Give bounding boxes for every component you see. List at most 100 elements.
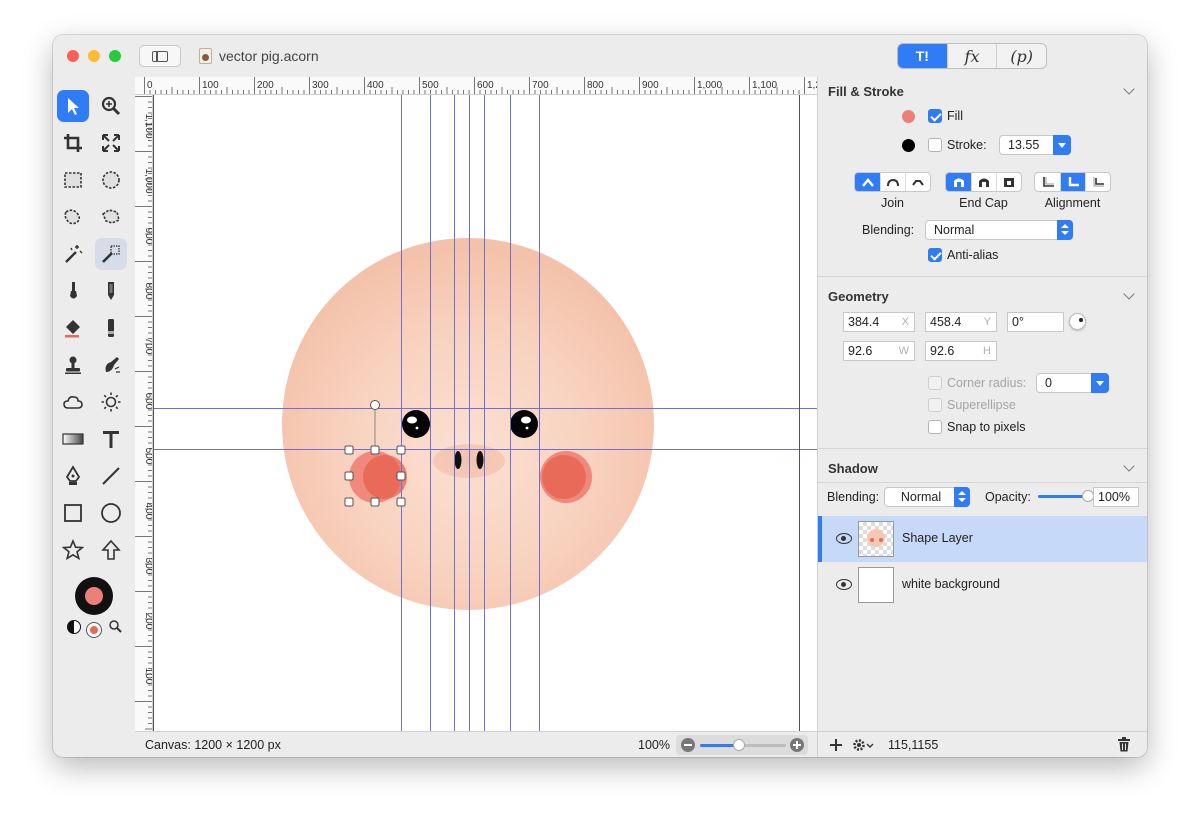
shadow-blending-select[interactable]: Normal [884, 487, 970, 507]
bevel-join-icon[interactable] [905, 173, 930, 191]
fill-checkbox[interactable] [928, 109, 942, 123]
antialias-checkbox[interactable] [928, 248, 942, 262]
sidebar-toggle-button[interactable] [139, 45, 181, 67]
transform-tool[interactable] [95, 127, 127, 159]
square-cap-icon[interactable] [996, 173, 1021, 191]
add-layer-icon[interactable] [830, 739, 842, 751]
blending-select[interactable]: Normal [925, 220, 1073, 240]
rotation-dial-icon[interactable] [1069, 313, 1086, 330]
zoom-out-icon[interactable] [681, 738, 695, 752]
rect-select-tool[interactable] [57, 164, 89, 196]
rotation-field[interactable]: 0° [1007, 312, 1064, 332]
ruler-label: 1,000 [697, 80, 722, 91]
close-button[interactable] [67, 50, 79, 62]
minimize-button[interactable] [88, 50, 100, 62]
chevron-down-icon[interactable] [1053, 135, 1071, 155]
corner-radius-checkbox[interactable] [928, 376, 942, 390]
sun-tool[interactable] [95, 386, 127, 418]
zoom-in-icon[interactable] [790, 738, 804, 752]
oval-shape-tool[interactable] [95, 497, 127, 529]
width-field[interactable]: 92.6 W [843, 341, 915, 361]
superellipse-checkbox[interactable] [928, 398, 942, 412]
clone-stamp-tool[interactable] [57, 349, 89, 381]
layer-row-white-background[interactable]: white background [818, 562, 1147, 608]
smudge-tool[interactable] [95, 349, 127, 381]
eraser-tool[interactable] [95, 312, 127, 344]
end-cap-control[interactable] [945, 172, 1022, 192]
stroke-width-field[interactable]: 13.55 [999, 135, 1071, 155]
tab-plugins[interactable]: (p) [996, 44, 1046, 68]
stroke-checkbox[interactable] [928, 138, 942, 152]
geometry-collapse-icon[interactable] [1123, 288, 1135, 300]
visibility-eye-icon[interactable] [836, 579, 852, 590]
eraser-icon [108, 319, 114, 337]
ellipse-select-tool[interactable] [95, 164, 127, 196]
fill-stroke-collapse-icon[interactable] [1123, 83, 1135, 95]
paint-bucket-tool[interactable] [57, 312, 89, 344]
opacity-slider[interactable] [1038, 490, 1094, 502]
rectangle-shape-tool[interactable] [57, 497, 89, 529]
star-shape-tool[interactable] [57, 534, 89, 566]
lasso-tool[interactable] [57, 201, 89, 233]
zoom-button[interactable] [109, 50, 121, 62]
round-cap-icon[interactable] [971, 173, 996, 191]
butt-cap-icon[interactable] [946, 173, 971, 191]
pen-tool[interactable] [57, 460, 89, 492]
fill-color-well[interactable] [902, 110, 915, 123]
pig-nostril-left[interactable] [454, 451, 462, 469]
pig-eye-right[interactable] [510, 410, 538, 438]
visibility-eye-icon[interactable] [836, 533, 852, 544]
crop-tool[interactable] [57, 127, 89, 159]
zoom-slider-knob[interactable] [732, 739, 745, 751]
arrow-tool[interactable] [57, 90, 89, 122]
pig-nostril-right[interactable] [476, 451, 484, 469]
star-shape-icon [62, 539, 84, 561]
shadow-collapse-icon[interactable] [1123, 460, 1135, 472]
align-outside-icon[interactable] [1085, 173, 1110, 191]
corner-radius-field[interactable]: 0 [1036, 373, 1109, 393]
layer-row-shape-layer[interactable]: Shape Layer [818, 516, 1147, 562]
pig-face[interactable] [282, 238, 654, 610]
stroke-color-well[interactable] [902, 139, 915, 152]
gradient-tool[interactable] [57, 423, 89, 455]
chevron-down-icon[interactable] [1091, 373, 1109, 393]
arrow-shape-tool[interactable] [95, 534, 127, 566]
zoom-tool[interactable] [95, 90, 127, 122]
align-center-icon[interactable] [1060, 173, 1085, 191]
miter-join-icon[interactable] [855, 173, 880, 191]
transform-tool-icon [102, 134, 120, 152]
x-field[interactable]: 384.4 X [843, 312, 915, 332]
color-picker-icon[interactable] [108, 619, 122, 633]
align-inside-icon[interactable] [1035, 173, 1060, 191]
magic-wand-tool[interactable] [57, 238, 89, 270]
tab-effects[interactable]: fx [946, 44, 997, 68]
stroke-alignment-control[interactable] [1034, 172, 1111, 192]
default-colors-icon[interactable] [87, 623, 101, 637]
brush-tool[interactable] [57, 275, 89, 307]
swap-colors-icon[interactable] [67, 620, 81, 634]
height-field[interactable]: 92.6 H [925, 341, 997, 361]
line-tool[interactable] [95, 460, 127, 492]
inspector-tab-switcher[interactable]: T! fx (p) [897, 43, 1047, 69]
polygon-lasso-tool[interactable] [95, 201, 127, 233]
arrow-tool-icon [68, 98, 79, 115]
tab-tools[interactable]: T! [898, 44, 947, 68]
y-field[interactable]: 458.4 Y [925, 312, 997, 332]
color-well[interactable] [75, 577, 113, 615]
pencil-tool[interactable] [95, 275, 127, 307]
snap-to-pixels-checkbox[interactable] [928, 420, 942, 434]
pig-eye-left[interactable] [402, 410, 430, 438]
ruler-label: 900 [143, 228, 153, 245]
join-style-control[interactable] [854, 172, 931, 192]
opacity-field[interactable]: 100% [1093, 487, 1139, 507]
round-join-icon[interactable] [880, 173, 905, 191]
gear-icon[interactable] [852, 737, 874, 753]
text-tool[interactable] [95, 423, 127, 455]
cloud-tool[interactable] [57, 386, 89, 418]
instant-alpha-tool[interactable] [95, 238, 127, 270]
trash-icon[interactable] [1117, 737, 1131, 752]
zoom-slider-track[interactable] [700, 739, 786, 751]
zoom-percent[interactable]: 100% [638, 738, 670, 752]
canvas[interactable] [153, 95, 817, 731]
opacity-slider-fill [1038, 495, 1088, 498]
